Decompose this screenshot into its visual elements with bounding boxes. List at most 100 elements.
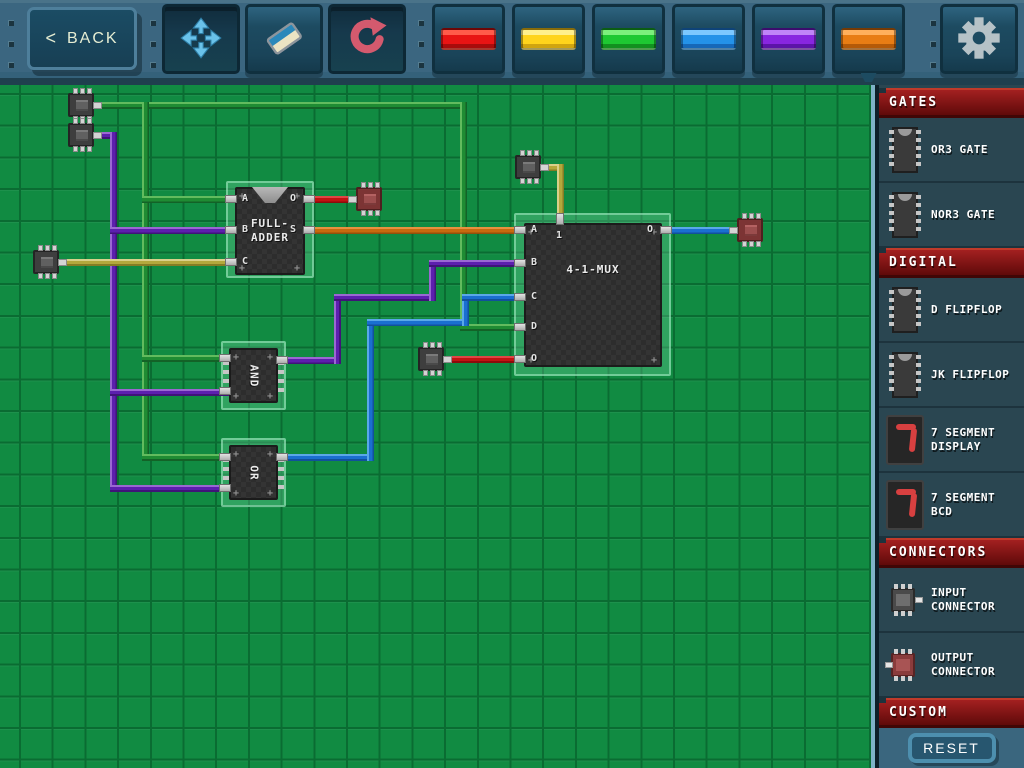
- sidebar-item-jk-flipflop[interactable]: JK FLIPFLOP: [879, 343, 1024, 408]
- back-label: BACK: [67, 30, 119, 48]
- sidebar-item-nor3-gate[interactable]: NOR3 GATE: [879, 183, 1024, 248]
- pin-label: O: [647, 224, 653, 235]
- rivet: [418, 62, 424, 68]
- wire-blue-14[interactable]: [661, 227, 738, 234]
- pin-label: D: [531, 321, 537, 332]
- wire-green-2[interactable]: [142, 196, 235, 203]
- icon-cell: [879, 287, 931, 333]
- wire-purple-12[interactable]: [334, 294, 436, 301]
- chip-icon: [887, 192, 923, 238]
- output-connector[interactable]: [356, 187, 382, 211]
- sidebar-item-output-connector[interactable]: OUTPUT CONNECTOR: [879, 633, 1024, 698]
- chip-mux-4-1[interactable]: [524, 223, 662, 367]
- color-swatch-yellow[interactable]: [512, 4, 585, 74]
- chip-icon: [887, 127, 923, 173]
- chip-title: AND: [247, 364, 260, 387]
- screw-icon: +: [267, 452, 273, 458]
- wire-red-11[interactable]: [445, 356, 524, 363]
- reset-button[interactable]: RESET: [908, 733, 996, 763]
- chip-pin: [303, 195, 315, 203]
- wire-green-0[interactable]: [94, 102, 467, 109]
- chip-pin: [514, 293, 526, 301]
- eraser-tool-button[interactable]: [245, 4, 323, 74]
- sidebar-item-7-segment-display[interactable]: 7 SEGMENT DISPLAY: [879, 408, 1024, 473]
- sidebar-item-label: NOR3 GATE: [931, 208, 1021, 222]
- chip-pin: [219, 387, 231, 395]
- color-swatch-red[interactable]: [432, 4, 505, 74]
- chip-pin: [225, 258, 237, 266]
- chip-pin: [556, 213, 564, 225]
- chip-icon: [887, 287, 923, 333]
- wire-green-3[interactable]: [142, 355, 230, 362]
- settings-button[interactable]: [940, 4, 1018, 74]
- screw-icon: +: [294, 266, 300, 272]
- wire-purple-5[interactable]: [110, 227, 235, 234]
- wire-purple-12[interactable]: [334, 294, 341, 364]
- sidebar-item-or3-gate[interactable]: OR3 GATE: [879, 118, 1024, 183]
- wire-purple-12[interactable]: [429, 260, 524, 267]
- sidebar-item-label: OUTPUT CONNECTOR: [931, 651, 1021, 679]
- wire-purple-6[interactable]: [110, 389, 230, 396]
- rivet: [150, 41, 156, 47]
- wire-yellow-8[interactable]: [557, 164, 564, 220]
- wire-purple-4[interactable]: [110, 132, 117, 492]
- seven-segment-icon: [886, 415, 924, 465]
- chip-pin: [276, 356, 288, 364]
- screw-icon: +: [267, 355, 273, 361]
- back-button[interactable]: < BACK: [27, 7, 137, 70]
- output-connector[interactable]: [737, 218, 763, 242]
- sidebar-item-label: D FLIPFLOP: [931, 303, 1021, 317]
- screw-icon: +: [267, 394, 273, 400]
- wire-blue-13[interactable]: [281, 454, 374, 461]
- input-connector[interactable]: [515, 155, 541, 179]
- input-connector[interactable]: [418, 347, 444, 371]
- chip-pin: [660, 226, 672, 234]
- toolbar: < BACK: [0, 0, 1024, 85]
- circuit-canvas[interactable]: ++++ABCOSFULL-ADDER++++ABCDOO14-1-MUX+++…: [0, 85, 875, 768]
- color-pill-purple: [761, 28, 816, 50]
- input-connector[interactable]: [68, 93, 94, 117]
- chip-pin: [514, 323, 526, 331]
- chip-pin: [514, 226, 526, 234]
- icon-cell: [879, 352, 931, 398]
- chip-title: FULL-ADDER: [235, 217, 305, 245]
- wire-blue-13[interactable]: [367, 319, 469, 326]
- wire-purple-12[interactable]: [281, 357, 341, 364]
- chip-title: OR: [247, 465, 260, 480]
- rotate-tool-button[interactable]: [328, 4, 406, 74]
- rivet: [930, 62, 936, 68]
- screw-icon: +: [233, 355, 239, 361]
- input-connector[interactable]: [68, 123, 94, 147]
- sidebar-item-label: JK FLIPFLOP: [931, 368, 1021, 382]
- sidebar-item-label: 7 SEGMENT DISPLAY: [931, 426, 1021, 454]
- move-tool-button[interactable]: [162, 4, 240, 74]
- wire-purple-4[interactable]: [110, 485, 230, 492]
- wire-green-1[interactable]: [142, 102, 149, 461]
- chip-pin: [219, 354, 231, 362]
- wire-blue-13[interactable]: [367, 319, 374, 461]
- section-header-connectors: CONNECTORS: [879, 538, 1024, 568]
- chip-pin: [225, 195, 237, 203]
- sidebar-item-input-connector[interactable]: INPUT CONNECTOR: [879, 568, 1024, 633]
- sidebar-item-d-flipflop[interactable]: D FLIPFLOP: [879, 278, 1024, 343]
- sidebar-item-7-segment-bcd[interactable]: 7 SEGMENT BCD: [879, 473, 1024, 538]
- wire-orange-9[interactable]: [303, 227, 524, 234]
- rivet: [418, 20, 424, 26]
- color-swatch-orange[interactable]: [832, 4, 905, 74]
- rivet: [150, 62, 156, 68]
- color-pill-red: [441, 28, 496, 50]
- color-swatch-blue[interactable]: [672, 4, 745, 74]
- wire-green-1[interactable]: [142, 454, 230, 461]
- wire-yellow-7[interactable]: [60, 259, 235, 266]
- chip-title: 4-1-MUX: [524, 263, 662, 277]
- pin-label: A: [531, 224, 537, 235]
- chip-pin: [514, 355, 526, 363]
- gear-icon: [956, 15, 1002, 64]
- color-swatch-green[interactable]: [592, 4, 665, 74]
- color-swatch-purple[interactable]: [752, 4, 825, 74]
- rivet: [930, 41, 936, 47]
- rotate-icon: [344, 15, 390, 64]
- input-connector[interactable]: [33, 250, 59, 274]
- seven-segment-icon: [886, 480, 924, 530]
- rivet: [150, 20, 156, 26]
